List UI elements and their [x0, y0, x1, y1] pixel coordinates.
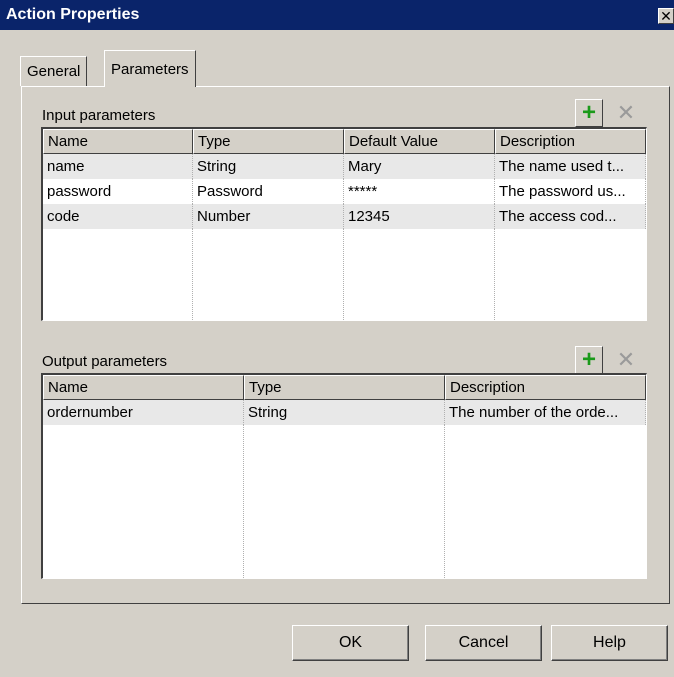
- cell-name[interactable]: ordernumber: [43, 400, 244, 425]
- ok-button[interactable]: OK: [292, 625, 409, 661]
- dialog-titlebar[interactable]: Action Properties ✕: [0, 0, 674, 30]
- cell-description[interactable]: The number of the orde...: [445, 400, 646, 425]
- column-header-description[interactable]: Description: [495, 129, 646, 154]
- table-header-row: Name Type Description: [43, 375, 646, 400]
- input-parameters-label: Input parameters: [42, 107, 156, 124]
- delete-x-icon: ✕: [616, 347, 636, 372]
- dialog-title: Action Properties: [6, 6, 140, 23]
- plus-icon: +: [581, 99, 596, 126]
- cell-name[interactable]: password: [43, 179, 193, 204]
- output-parameters-table[interactable]: Name Type Description ordernumber String…: [41, 373, 647, 579]
- output-parameters-label: Output parameters: [42, 353, 168, 370]
- cell-name[interactable]: name: [43, 154, 193, 179]
- cancel-button[interactable]: Cancel: [425, 625, 542, 661]
- output-delete-button[interactable]: ✕: [612, 346, 640, 374]
- column-header-type[interactable]: Type: [244, 375, 445, 400]
- column-header-name[interactable]: Name: [43, 375, 244, 400]
- plus-icon: +: [581, 346, 596, 373]
- close-icon[interactable]: ✕: [658, 8, 674, 24]
- cell-type[interactable]: String: [244, 400, 445, 425]
- cell-default-value[interactable]: 12345: [344, 204, 495, 229]
- column-header-default-value[interactable]: Default Value: [344, 129, 495, 154]
- output-add-button[interactable]: +: [575, 346, 603, 374]
- delete-x-icon: ✕: [616, 100, 636, 125]
- input-add-button[interactable]: +: [575, 99, 603, 127]
- table-header-row: Name Type Default Value Description: [43, 129, 646, 154]
- cell-description[interactable]: The name used t...: [495, 154, 646, 179]
- cell-type[interactable]: Number: [193, 204, 344, 229]
- parameters-tab-panel: Input parameters + ✕ Name Type Default V…: [21, 86, 670, 604]
- cell-name[interactable]: code: [43, 204, 193, 229]
- cell-description[interactable]: The access cod...: [495, 204, 646, 229]
- input-delete-button[interactable]: ✕: [612, 99, 640, 127]
- tab-general[interactable]: General: [20, 56, 88, 86]
- help-button[interactable]: Help: [551, 625, 668, 661]
- tab-parameters[interactable]: Parameters: [104, 50, 196, 87]
- table-row[interactable]: ordernumber String The number of the ord…: [43, 400, 646, 425]
- cell-default-value[interactable]: Mary: [344, 154, 495, 179]
- input-parameters-table[interactable]: Name Type Default Value Description name…: [41, 127, 647, 321]
- table-row[interactable]: code Number 12345 The access cod...: [43, 204, 646, 229]
- column-header-description[interactable]: Description: [445, 375, 646, 400]
- cell-type[interactable]: Password: [193, 179, 344, 204]
- cell-description[interactable]: The password us...: [495, 179, 646, 204]
- table-row[interactable]: name String Mary The name used t...: [43, 154, 646, 179]
- column-header-name[interactable]: Name: [43, 129, 193, 154]
- cell-default-value[interactable]: *****: [344, 179, 495, 204]
- column-header-type[interactable]: Type: [193, 129, 344, 154]
- cell-type[interactable]: String: [193, 154, 344, 179]
- table-row[interactable]: password Password ***** The password us.…: [43, 179, 646, 204]
